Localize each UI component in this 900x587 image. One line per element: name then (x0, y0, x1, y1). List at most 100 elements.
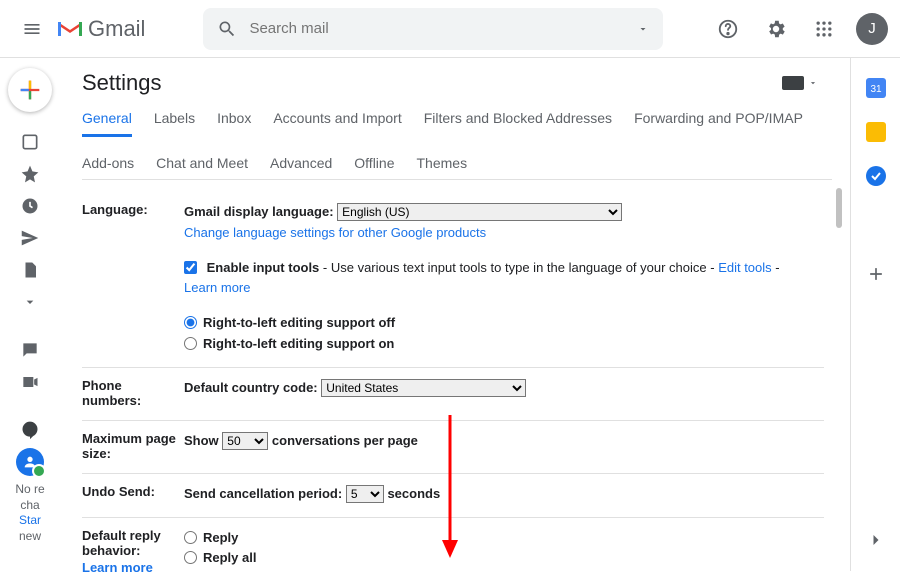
keep-addon[interactable] (866, 122, 886, 142)
rtl-on-label: Right-to-left editing support on (203, 336, 394, 351)
snoozed-nav[interactable] (10, 190, 50, 222)
side-panel-toggle[interactable] (866, 530, 886, 553)
rtl-off-label: Right-to-left editing support off (203, 315, 395, 330)
display-language-select[interactable]: English (US) (337, 203, 622, 221)
search-input[interactable] (249, 20, 637, 37)
reply-all-radio[interactable] (184, 551, 197, 564)
settings-button[interactable] (756, 9, 796, 49)
apps-grid-icon (814, 19, 834, 39)
gmail-icon (56, 18, 84, 40)
send-icon (19, 227, 41, 249)
tab-advanced[interactable]: Advanced (270, 155, 332, 179)
row-label: Undo Send: (82, 484, 184, 505)
left-sidebar: No re cha Star new (0, 58, 60, 571)
tab-themes[interactable]: Themes (417, 155, 468, 179)
tasks-addon[interactable] (866, 166, 886, 186)
tab-offline[interactable]: Offline (354, 155, 394, 179)
gmail-logo[interactable]: Gmail (56, 16, 145, 42)
row-label: Phone numbers: (82, 378, 184, 408)
start-link[interactable]: Star (15, 513, 44, 529)
undo-period-select[interactable]: 5 (346, 485, 384, 503)
tab-labels[interactable]: Labels (154, 110, 195, 137)
help-icon (717, 18, 739, 40)
rtl-off-radio[interactable] (184, 316, 197, 329)
undo-send-row: Undo Send: Send cancellation period: 5 s… (82, 474, 824, 518)
settings-tabs: General Labels Inbox Accounts and Import Fil… (82, 110, 832, 180)
inbox-icon (20, 132, 40, 152)
chat-nav[interactable] (10, 334, 50, 366)
row-label: Language: (82, 202, 184, 355)
search-options-icon[interactable] (637, 23, 649, 35)
input-indicator[interactable] (782, 76, 818, 90)
rtl-on-radio[interactable] (184, 337, 197, 350)
page-size-row: Maximum page size: Show 50 conversations… (82, 421, 824, 474)
hangouts-icon (20, 420, 40, 440)
hangouts-nav[interactable] (10, 414, 50, 446)
calendar-icon: 31 (866, 78, 886, 98)
chat-bubble-icon (20, 340, 40, 360)
keep-icon (866, 122, 886, 142)
enable-input-tools-checkbox[interactable] (184, 261, 197, 274)
row-label: Default reply behavior: Learn more (82, 528, 184, 575)
settings-body: Language: Gmail display language: Englis… (82, 192, 848, 587)
person-icon (16, 448, 44, 476)
account-avatar[interactable]: J (856, 13, 888, 45)
scrollbar-thumb[interactable] (836, 188, 842, 228)
svg-text:31: 31 (870, 84, 882, 95)
clock-icon (20, 196, 40, 216)
dropdown-icon (808, 78, 818, 88)
tab-forwarding-and-pop-imap[interactable]: Forwarding and POP/IMAP (634, 110, 803, 137)
page-size-select[interactable]: 50 (222, 432, 268, 450)
tab-filters-and-blocked-addresses[interactable]: Filters and Blocked Addresses (424, 110, 612, 137)
document-icon (21, 260, 39, 280)
tasks-icon (866, 166, 886, 186)
learn-more-link[interactable]: Learn more (184, 280, 250, 295)
settings-main: Settings General Labels Inbox Accounts and … (78, 58, 848, 571)
gear-icon (765, 18, 787, 40)
plus-icon (866, 264, 886, 284)
search-bar[interactable] (203, 8, 663, 50)
header-right: J (708, 9, 888, 49)
plus-icon (16, 76, 44, 104)
compose-button[interactable] (8, 68, 52, 112)
default-reply-row: Default reply behavior: Learn more Reply… (82, 518, 824, 587)
page-title: Settings (82, 70, 162, 96)
gmail-logo-text: Gmail (88, 16, 145, 42)
row-label: Maximum page size: (82, 431, 184, 461)
right-side-panel: 31 (850, 58, 900, 571)
drafts-nav[interactable] (10, 254, 50, 286)
tab-accounts-and-import[interactable]: Accounts and Import (273, 110, 401, 137)
edit-tools-link[interactable]: Edit tools (718, 260, 771, 275)
chevron-right-icon (866, 530, 886, 550)
reply-radio[interactable] (184, 531, 197, 544)
tab-inbox[interactable]: Inbox (217, 110, 251, 137)
app-header: Gmail J (0, 0, 900, 58)
enable-input-label: Enable input tools (207, 260, 320, 275)
search-icon (217, 19, 237, 39)
language-row: Language: Gmail display language: Englis… (82, 192, 824, 368)
get-addons[interactable] (866, 264, 886, 284)
more-nav[interactable] (10, 286, 50, 318)
inbox-nav[interactable] (10, 126, 50, 158)
sent-nav[interactable] (10, 222, 50, 254)
phone-row: Phone numbers: Default country code: Uni… (82, 368, 824, 421)
tab-add-ons[interactable]: Add-ons (82, 155, 134, 179)
enable-input-desc: - Use various text input tools to type i… (319, 260, 718, 275)
video-icon (20, 372, 40, 392)
country-code-select[interactable]: United States (321, 379, 526, 397)
change-language-link[interactable]: Change language settings for other Googl… (184, 225, 486, 240)
calendar-addon[interactable]: 31 (866, 78, 886, 98)
tab-general[interactable]: General (82, 110, 132, 137)
hangouts-text: No re cha Star new (15, 482, 44, 544)
meet-nav[interactable] (10, 366, 50, 398)
starred-nav[interactable] (10, 158, 50, 190)
hamburger-icon (22, 19, 42, 39)
chevron-down-icon (22, 294, 38, 310)
main-menu-button[interactable] (12, 9, 52, 49)
help-button[interactable] (708, 9, 748, 49)
contact-avatar-nav[interactable] (10, 446, 50, 478)
learn-more-link[interactable]: Learn more (82, 560, 178, 575)
tab-chat-and-meet[interactable]: Chat and Meet (156, 155, 248, 179)
apps-button[interactable] (804, 9, 844, 49)
country-code-label: Default country code: (184, 380, 318, 395)
